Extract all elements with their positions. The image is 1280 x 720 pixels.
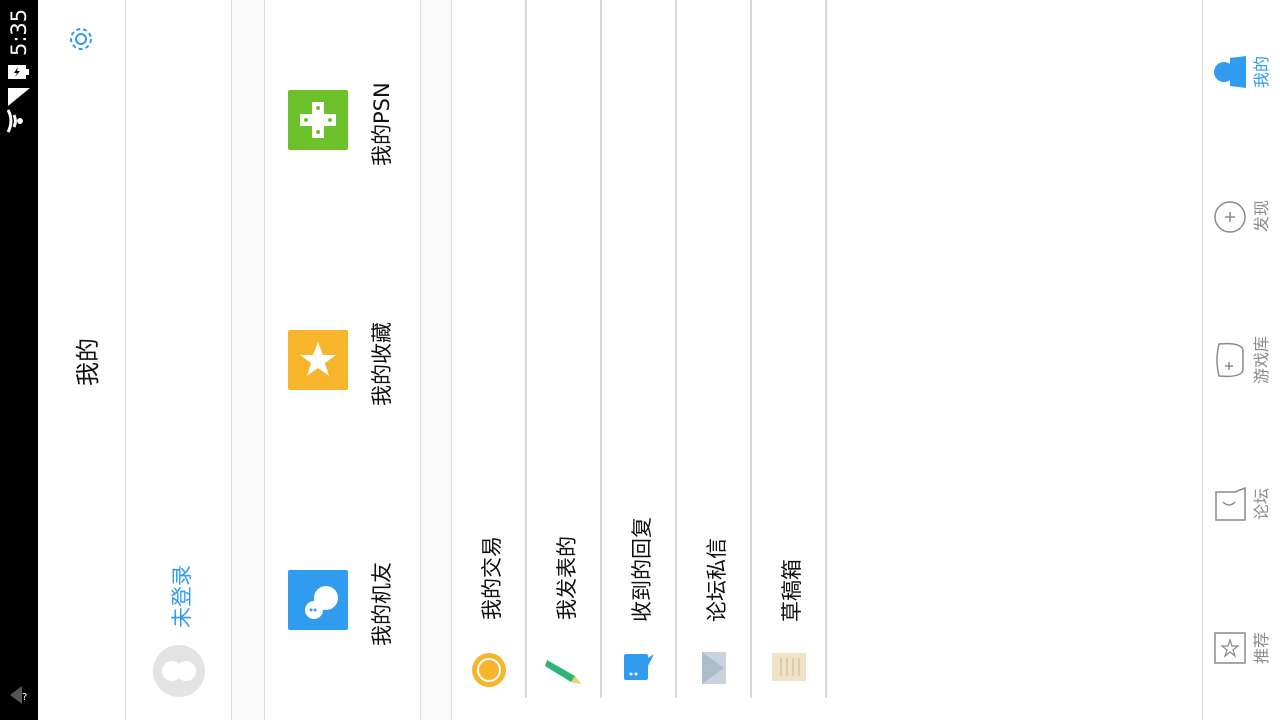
gear-icon[interactable] <box>66 24 96 54</box>
nav-tab-mine[interactable]: 我的 <box>1248 56 1272 88</box>
nav-tab-recommend[interactable]: 推荐 <box>1248 632 1272 664</box>
notification-icon: ? <box>10 686 27 704</box>
reply-bubble-icon <box>624 654 654 680</box>
page-title: 我的 <box>74 338 102 386</box>
person-icon[interactable] <box>1212 54 1248 90</box>
list-item-private-messages[interactable]: 论坛私信 <box>701 538 731 622</box>
tile-my-friends[interactable]: 我的机友 <box>366 562 396 646</box>
svg-text:?: ? <box>22 692 27 703</box>
divider <box>525 0 527 698</box>
friends-icon[interactable] <box>288 570 348 630</box>
divider <box>675 0 677 698</box>
wifi-icon <box>6 109 23 133</box>
divider <box>600 0 602 698</box>
controller-icon[interactable] <box>1213 340 1247 380</box>
star-outline-icon[interactable] <box>1214 632 1246 664</box>
coin-icon <box>472 653 506 687</box>
list-item-replies[interactable]: 收到的回复 <box>626 517 656 622</box>
status-time: 5:35 <box>7 8 31 56</box>
signal-icon <box>8 88 30 106</box>
nav-tab-discover[interactable]: 发现 <box>1248 200 1272 232</box>
avatar[interactable] <box>152 644 206 698</box>
list-item-my-posts[interactable]: 我发表的 <box>551 536 581 620</box>
tile-my-favorites[interactable]: 我的收藏 <box>366 322 396 406</box>
battery-icon <box>8 65 29 79</box>
nav-tab-game-library[interactable]: 游戏库 <box>1248 336 1272 384</box>
mail-icon <box>702 652 726 684</box>
pencil-icon <box>545 660 581 684</box>
forum-icon[interactable] <box>1213 486 1247 522</box>
tile-my-psn[interactable]: 我的PSN <box>366 82 396 166</box>
draft-icon <box>772 653 806 681</box>
compass-icon[interactable] <box>1213 200 1247 234</box>
star-icon[interactable] <box>288 330 348 390</box>
list-item-drafts[interactable]: 草稿箱 <box>776 559 806 622</box>
divider <box>750 0 752 698</box>
status-bar: 5:35 ? <box>0 0 38 720</box>
nav-tab-forum[interactable]: 论坛 <box>1248 488 1272 520</box>
divider <box>825 0 827 698</box>
list-item-my-trades[interactable]: 我的交易 <box>476 536 506 620</box>
gamepad-icon[interactable] <box>288 90 348 150</box>
login-link[interactable]: 未登录 <box>166 565 196 628</box>
